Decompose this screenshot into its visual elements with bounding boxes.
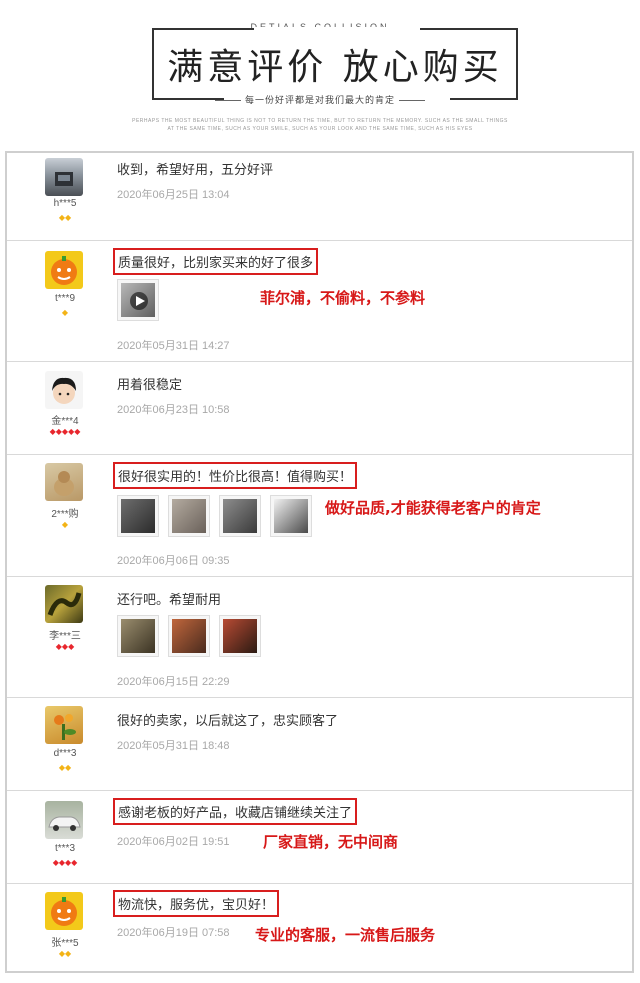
review-photo[interactable] — [219, 495, 261, 537]
review-item: t***3 ◆◆◆◆ 感谢老板的好产品，收藏店铺继续关注了 厂家直销，无中间商 … — [7, 791, 632, 884]
review-item: 金***4 ◆◆◆◆◆ 用着很稳定 2020年06月23日 10:58 — [7, 362, 632, 455]
review-photo[interactable] — [117, 495, 159, 537]
review-date: 2020年06月06日 09:35 — [117, 555, 230, 567]
review-text: 收到，希望好用，五分好评 — [117, 163, 274, 178]
review-photo[interactable] — [168, 495, 210, 537]
promo-note: 厂家直销，无中间商 — [263, 833, 399, 851]
rank-badges: ◆ — [61, 308, 69, 317]
review-text: 还行吧。希望耐用 — [117, 593, 222, 608]
username: d***3 — [53, 748, 77, 759]
avatar — [45, 585, 83, 623]
video-thumbnail[interactable] — [117, 279, 159, 321]
review-text: 很好的卖家，以后就这了，忠实顾客了 — [117, 714, 339, 729]
rank-badges: ◆◆◆◆◆ — [49, 427, 81, 436]
review-date: 2020年06月23日 10:58 — [117, 404, 230, 416]
avatar-image — [48, 816, 81, 831]
avatar-image — [51, 256, 77, 285]
avatar-image — [52, 377, 76, 404]
review-date: 2020年06月19日 07:58 — [117, 927, 230, 939]
page-title: 满意评价 放心购买 — [167, 47, 503, 88]
review-date: 2020年06月15日 22:29 — [117, 676, 230, 688]
username: t***3 — [54, 843, 75, 854]
avatar — [45, 463, 83, 501]
avatar-image — [54, 471, 74, 496]
rank-badges: ◆◆◆ — [55, 642, 75, 651]
avatar — [45, 801, 83, 839]
review-item: 2***购 ◆ 很好很实用的！性价比很高！值得购买！ 做好品质,才能获得老客户的… — [7, 455, 632, 577]
review-text: 用着很稳定 — [117, 378, 183, 393]
review-photo[interactable] — [219, 615, 261, 657]
fine-print-2: AT THE SAME TIME, SUCH AS YOUR SMILE, SU… — [167, 126, 473, 132]
avatar — [45, 892, 83, 930]
play-icon — [130, 292, 148, 310]
review-list: h***5 ◆◆ 收到，希望好用，五分好评 2020年06月25日 13:04 … — [5, 151, 634, 973]
promo-note: 菲尔浦，不偷料，不参料 — [260, 289, 426, 307]
rank-badges: ◆◆◆◆ — [52, 858, 78, 867]
username: 金***4 — [51, 416, 79, 427]
review-item: d***3 ◆◆ 很好的卖家，以后就这了，忠实顾客了 2020年05月31日 1… — [7, 698, 632, 791]
title-frame: 满意评价 放心购买 — [152, 27, 518, 101]
review-item: t***9 ◆ 质量很好，比别家买来的好了很多 菲尔浦，不偷料，不参料 2020… — [7, 241, 632, 362]
review-item: 张***5 ◆◆ 物流快，服务优，宝贝好！ 专业的客服，一流售后服务 2020年… — [7, 884, 632, 975]
avatar — [45, 158, 83, 196]
rank-badges: ◆◆ — [58, 213, 72, 222]
username: h***5 — [53, 198, 77, 209]
subtitle-text: 每一份好评都是对我们最大的肯定 — [244, 96, 395, 106]
avatar-image — [54, 714, 76, 740]
rank-badges: ◆◆ — [58, 949, 72, 958]
username: 李***三 — [49, 631, 81, 642]
username: 2***购 — [51, 509, 79, 520]
review-date: 2020年06月02日 19:51 — [117, 836, 230, 848]
review-text: 物流快，服务优，宝贝好！ — [113, 890, 280, 917]
avatar — [45, 371, 83, 409]
review-date: 2020年06月25日 13:04 — [117, 189, 230, 201]
username: 张***5 — [51, 938, 79, 949]
review-text: 感谢老板的好产品，收藏店铺继续关注了 — [113, 798, 358, 825]
promo-note: 专业的客服，一流售后服务 — [255, 926, 436, 944]
username: t***9 — [54, 293, 75, 304]
subtitle: 每一份好评都是对我们最大的肯定 — [0, 93, 640, 106]
review-item: h***5 ◆◆ 收到，希望好用，五分好评 2020年06月25日 13:04 — [7, 153, 632, 241]
review-item: 李***三 ◆◆◆ 还行吧。希望耐用 2020年06月15日 22:29 — [7, 577, 632, 698]
review-photo[interactable] — [270, 495, 312, 537]
header: DETIALS COLLISION 满意评价 放心购买 每一份好评都是对我们最大… — [0, 0, 640, 150]
promo-note: 做好品质,才能获得老客户的肯定 — [325, 499, 541, 517]
review-photo[interactable] — [168, 615, 210, 657]
review-text: 质量很好，比别家买来的好了很多 — [113, 248, 319, 275]
avatar-image — [47, 592, 82, 616]
avatar — [45, 251, 83, 289]
fine-print-1: PERHAPS THE MOST BEAUTIFUL THING IS NOT … — [132, 118, 508, 124]
avatar — [45, 706, 83, 744]
rank-badges: ◆ — [61, 520, 69, 529]
rank-badges: ◆◆ — [58, 763, 72, 772]
review-photo[interactable] — [117, 615, 159, 657]
review-text: 很好很实用的！性价比很高！值得购买！ — [113, 462, 358, 489]
avatar-image — [55, 172, 73, 186]
review-date: 2020年05月31日 18:48 — [117, 740, 230, 752]
review-date: 2020年05月31日 14:27 — [117, 340, 230, 352]
avatar-image — [51, 897, 77, 926]
